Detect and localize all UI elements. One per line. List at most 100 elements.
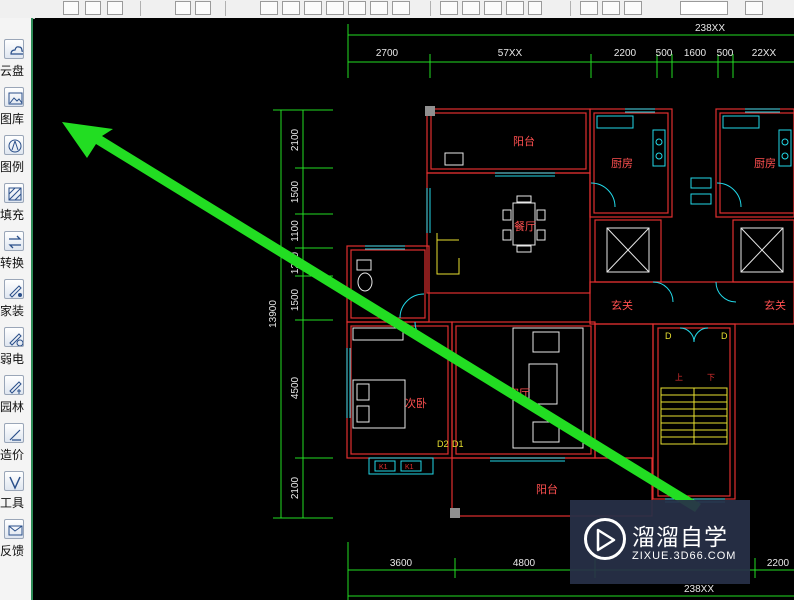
tool-button-5[interactable] [348,1,366,15]
sidebar-item-7[interactable]: 弱电 [0,325,31,371]
sidebar-item-1[interactable]: 云盘 [0,37,31,83]
tool-button-9[interactable] [462,1,480,15]
dim-left-seg-2: 1500 [290,180,301,203]
dim-bottom-seg-1: 3600 [390,558,413,569]
room-label-balcony-top: 阳台 [513,134,535,148]
dim-left-seg-3: 1100 [290,220,301,242]
dim-top-seg-7: 22XX [752,48,777,59]
zoom-dropdown-button[interactable] [745,1,763,15]
dim-top-overall: 238XX [695,23,725,34]
print-button[interactable] [63,1,79,15]
tool-button-8[interactable] [440,1,458,15]
sidebar-item-label: 工具 [0,496,25,510]
dim-top-seg-3: 2200 [614,48,637,59]
zoom-in-button[interactable] [175,1,191,15]
dim-left-seg-5: 1500 [290,288,301,311]
dim-bottom-overall: 238XX [684,584,714,595]
tool-button-14[interactable] [624,1,642,15]
tool-button-3[interactable] [304,1,322,15]
low-voltage-icon[interactable] [4,327,24,347]
tool-button-6[interactable] [370,1,388,15]
sidebar-item-10[interactable]: 工具 [0,469,31,515]
dim-top-seg-5: 1600 [684,48,707,59]
dim-bottom-seg-2: 4800 [513,558,536,569]
watermark-logo: 溜溜自学 ZIXUE.3D66.COM [570,500,750,584]
sidebar-item-label: 造价 [0,448,25,462]
walls [346,108,794,517]
door-tag-d1: D1 [452,439,464,449]
sidebar-item-5[interactable]: 转换 [0,229,31,275]
stair-tag-up: 上 [675,373,683,382]
tool-button-7[interactable] [392,1,410,15]
sidebar-item-label: 图库 [0,112,25,126]
convert-icon[interactable] [4,231,24,251]
feedback-icon[interactable] [4,519,24,539]
home-decor-icon[interactable] [4,279,24,299]
windows [346,108,780,503]
doors [399,182,742,345]
sidebar-item-label: 弱电 [0,352,25,366]
sidebar-item-label: 云盘 [0,64,25,78]
door-tag-d2: D2 [437,439,449,449]
sidebar-item-11[interactable]: 反馈 [0,517,31,563]
sidebar-item-label: 填充 [0,208,25,222]
export-button[interactable] [107,1,123,15]
pillar-1 [425,106,435,116]
room-label-dining: 餐厅 [514,219,536,233]
tool-button-10[interactable] [484,1,502,15]
elevators [606,227,784,273]
sidebar-item-9[interactable]: 造价 [0,421,31,467]
picture-icon[interactable] [4,87,24,107]
sidebar-item-label: 园林 [0,400,25,414]
dim-left-seg-1: 2100 [290,128,301,151]
bed [352,327,406,429]
window-tag-1: K1 [379,464,388,471]
room-label-kitchen-2: 厨房 [754,157,776,170]
dim-top-seg-6: 500 [717,48,734,59]
tool-button-11[interactable] [506,1,524,15]
pdf-button[interactable] [85,1,101,15]
room-label-foyer-1: 玄关 [611,298,633,312]
dim-top-seg-4: 500 [656,48,673,59]
sidebar-item-4[interactable]: 填充 [0,181,31,227]
green-annotation-arrow [62,122,701,512]
play-logo-icon [584,518,626,560]
tool-button-1[interactable] [260,1,278,15]
zoom-out-button[interactable] [195,1,211,15]
sidebar-item-label: 家装 [0,304,25,318]
toilet [356,152,464,292]
sidebar-item-6[interactable]: 家装 [0,277,31,323]
pillar-2 [450,508,460,518]
left-dimensions [273,109,333,519]
dim-top-seg-2: 57XX [498,48,523,59]
legend-icon[interactable] [4,135,24,155]
watermark-title: 溜溜自学 [632,525,728,551]
room-label-kitchen-1: 厨房 [611,157,633,170]
cost-icon[interactable] [4,423,24,443]
dim-left-seg-6: 4500 [290,376,301,399]
tool-button-2[interactable] [282,1,300,15]
dropdown-arrow-icon[interactable] [528,1,542,15]
tool-button-4[interactable] [326,1,344,15]
top-toolbar [0,0,794,19]
tool-button-13[interactable] [602,1,620,15]
cloud-icon[interactable] [4,39,24,59]
sidebar-item-label: 转换 [0,256,25,270]
stairs [436,233,728,445]
sidebar-item-8[interactable]: 园林 [0,373,31,419]
watermark-subtitle: ZIXUE.3D66.COM [632,550,737,562]
left-sidebar: 云盘图库图例填充转换家装弱电园林造价工具反馈 [0,18,33,600]
hatch-icon[interactable] [4,183,24,203]
dim-left-seg-7: 2100 [290,476,301,499]
door-tag-d-right: D [721,331,728,341]
dim-left-overall: 13900 [268,300,279,328]
sidebar-item-3[interactable]: 图例 [0,133,31,179]
door-tag-d-left: D [665,331,672,341]
tools-icon[interactable] [4,471,24,491]
zoom-input[interactable] [680,1,728,15]
garden-icon[interactable] [4,375,24,395]
dim-top-seg-1: 2700 [376,48,399,59]
tool-button-12[interactable] [580,1,598,15]
sidebar-item-2[interactable]: 图库 [0,85,31,131]
stair-tag-down: 下 [707,373,715,382]
